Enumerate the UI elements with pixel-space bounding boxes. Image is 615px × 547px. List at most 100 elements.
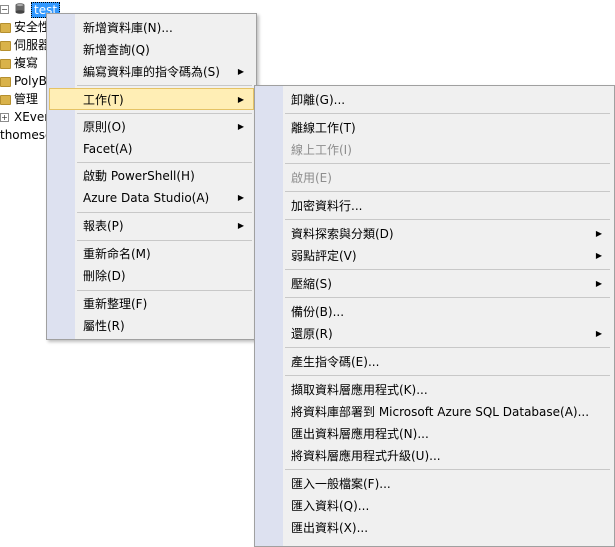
tree-label: 安全性	[14, 20, 51, 34]
menu-separator	[77, 113, 252, 114]
submenu-arrow-icon: ▶	[237, 221, 244, 230]
menu-item-rename[interactable]: 重新命名(M)	[49, 243, 254, 265]
submenu-arrow-icon: ▶	[595, 279, 602, 288]
submenu-arrow-icon: ▶	[595, 229, 602, 238]
menu-item-label: 壓縮(S)	[291, 277, 332, 291]
menu-item-label: 擷取資料層應用程式(K)...	[291, 383, 428, 397]
submenu-arrow-icon: ▶	[595, 251, 602, 260]
menu-item-label: 重新命名(M)	[83, 247, 151, 261]
menu-item-label: 匯入資料(Q)...	[291, 499, 370, 513]
menu-item-label: 啟動 PowerShell(H)	[83, 169, 195, 183]
tasks-submenu: 卸離(G)... 離線工作(T) 線上工作(I) 啟用(E) 加密資料行... …	[254, 85, 615, 547]
menu-separator	[285, 347, 610, 348]
menu-item-label: 線上工作(I)	[291, 143, 352, 157]
menu-item-extract-data-tier-app[interactable]: 擷取資料層應用程式(K)...	[257, 379, 612, 401]
menu-item-label: 屬性(R)	[83, 319, 125, 333]
menu-item-label: 加密資料行...	[291, 199, 363, 213]
menu-item-script-database[interactable]: 編寫資料庫的指令碼為(S) ▶	[49, 61, 254, 83]
menu-separator	[285, 375, 610, 376]
menu-item-backup[interactable]: 備份(B)...	[257, 301, 612, 323]
menu-item-label: 重新整理(F)	[83, 297, 148, 311]
menu-item-new-query[interactable]: 新增查詢(Q)	[49, 39, 254, 61]
menu-separator	[285, 297, 610, 298]
submenu-arrow-icon: ▶	[595, 329, 602, 338]
menu-separator	[77, 212, 252, 213]
menu-item-label: 啟用(E)	[291, 171, 332, 185]
menu-item-label: Facet(A)	[83, 142, 133, 156]
menu-item-azure-data-studio[interactable]: Azure Data Studio(A) ▶	[49, 187, 254, 209]
menu-item-reports[interactable]: 報表(P) ▶	[49, 215, 254, 237]
expand-icon[interactable]: +	[0, 113, 9, 122]
menu-item-deploy-to-azure-sql[interactable]: 將資料庫部署到 Microsoft Azure SQL Database(A).…	[257, 401, 612, 423]
menu-item-label: 工作(T)	[83, 93, 124, 107]
menu-item-vulnerability-assessment[interactable]: 弱點評定(V) ▶	[257, 245, 612, 267]
tree-label: thomese	[0, 128, 53, 142]
folder-icon	[0, 77, 11, 87]
menu-item-label: 編寫資料庫的指令碼為(S)	[83, 65, 220, 79]
menu-item-label: 卸離(G)...	[291, 93, 346, 107]
menu-item-enable[interactable]: 啟用(E)	[257, 167, 612, 189]
menu-item-upgrade-data-tier-app[interactable]: 將資料層應用程式升級(U)...	[257, 445, 612, 467]
menu-item-label: 匯出資料(X)...	[291, 521, 369, 535]
menu-item-export-data-tier-app[interactable]: 匯出資料層應用程式(N)...	[257, 423, 612, 445]
menu-item-label: 備份(B)...	[291, 305, 345, 319]
folder-icon	[0, 41, 11, 51]
menu-item-label: 匯出資料層應用程式(N)...	[291, 427, 429, 441]
menu-separator	[77, 240, 252, 241]
menu-separator	[77, 85, 252, 86]
menu-item-export-data[interactable]: 匯出資料(X)...	[257, 517, 612, 539]
menu-item-facets[interactable]: Facet(A)	[49, 138, 254, 160]
menu-item-policies[interactable]: 原則(O) ▶	[49, 116, 254, 138]
menu-item-label: 產生指令碼(E)...	[291, 355, 380, 369]
folder-icon	[0, 95, 11, 105]
menu-separator	[77, 162, 252, 163]
menu-item-label: 還原(R)	[291, 327, 333, 341]
menu-separator	[285, 469, 610, 470]
menu-item-bring-online[interactable]: 線上工作(I)	[257, 139, 612, 161]
menu-item-label: 將資料庫部署到 Microsoft Azure SQL Database(A).…	[291, 405, 590, 419]
menu-separator	[285, 163, 610, 164]
menu-item-shrink[interactable]: 壓縮(S) ▶	[257, 273, 612, 295]
tree-label: 管理	[14, 92, 39, 106]
menu-item-label: Azure Data Studio(A)	[83, 191, 210, 205]
menu-item-refresh[interactable]: 重新整理(F)	[49, 293, 254, 315]
menu-item-take-offline[interactable]: 離線工作(T)	[257, 117, 612, 139]
menu-item-label: 將資料層應用程式升級(U)...	[291, 449, 441, 463]
tree-label: PolyB	[14, 74, 47, 88]
menu-item-import-flat-file[interactable]: 匯入一般檔案(F)...	[257, 473, 612, 495]
menu-separator	[285, 269, 610, 270]
menu-separator	[77, 290, 252, 291]
menu-item-tasks[interactable]: 工作(T) ▶	[49, 88, 254, 110]
menu-item-label: 弱點評定(V)	[291, 249, 357, 263]
menu-item-label: 刪除(D)	[83, 269, 126, 283]
collapse-icon[interactable]: −	[0, 5, 9, 14]
submenu-arrow-icon: ▶	[237, 193, 244, 202]
submenu-arrow-icon: ▶	[237, 122, 244, 131]
menu-item-restore[interactable]: 還原(R) ▶	[257, 323, 612, 345]
context-menu: 新增資料庫(N)... 新增查詢(Q) 編寫資料庫的指令碼為(S) ▶ 工作(T)…	[46, 13, 257, 340]
menu-item-data-discovery[interactable]: 資料探索與分類(D) ▶	[257, 223, 612, 245]
menu-item-detach[interactable]: 卸離(G)...	[257, 89, 612, 111]
folder-icon	[0, 59, 11, 69]
menu-item-start-powershell[interactable]: 啟動 PowerShell(H)	[49, 165, 254, 187]
menu-item-label: 新增資料庫(N)...	[83, 21, 173, 35]
menu-item-encrypt-columns[interactable]: 加密資料行...	[257, 195, 612, 217]
menu-separator	[285, 191, 610, 192]
menu-item-label: 資料探索與分類(D)	[291, 227, 394, 241]
submenu-arrow-icon: ▶	[237, 95, 244, 104]
menu-item-label: 新增查詢(Q)	[83, 43, 150, 57]
menu-separator	[285, 219, 610, 220]
menu-item-label: 報表(P)	[83, 219, 124, 233]
menu-item-new-database[interactable]: 新增資料庫(N)...	[49, 17, 254, 39]
menu-item-import-data[interactable]: 匯入資料(Q)...	[257, 495, 612, 517]
menu-separator	[285, 113, 610, 114]
menu-item-delete[interactable]: 刪除(D)	[49, 265, 254, 287]
folder-icon	[0, 23, 11, 33]
menu-item-label: 離線工作(T)	[291, 121, 356, 135]
database-icon	[15, 3, 25, 14]
tree-label: 伺服器	[14, 38, 51, 52]
menu-item-properties[interactable]: 屬性(R)	[49, 315, 254, 337]
menu-item-generate-scripts[interactable]: 產生指令碼(E)...	[257, 351, 612, 373]
submenu-arrow-icon: ▶	[237, 67, 244, 76]
menu-item-label: 原則(O)	[83, 120, 126, 134]
